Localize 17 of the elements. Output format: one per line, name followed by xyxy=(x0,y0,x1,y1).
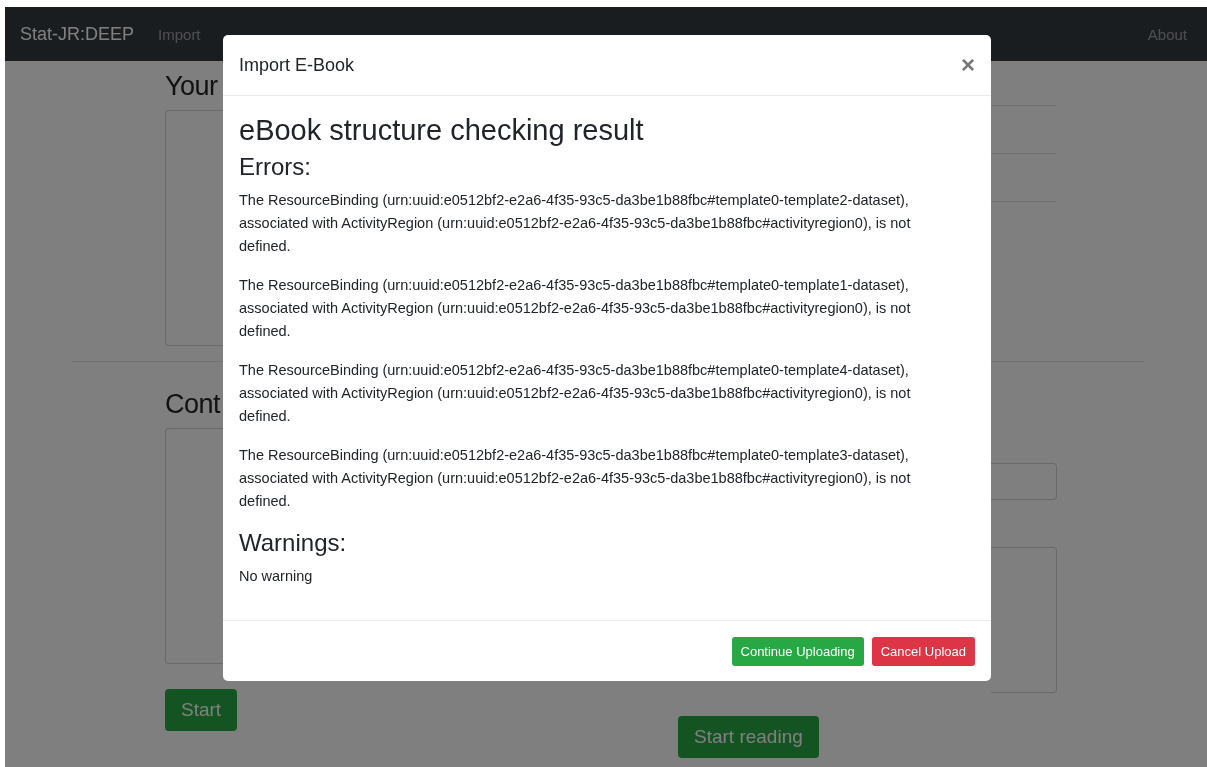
section-heading: Your xyxy=(165,71,218,102)
errors-heading: Errors: xyxy=(239,153,312,181)
error-message: The ResourceBinding (urn:uuid:e0512bf2-e2a6-4f35-93c5-da3be1b88fbc#template0-template3-dataset), associated with ActivityRegion (urn:uuid:e0512bf2-e2a6-4f35-93c5-da3be1b88fbc#activityregion0), is not defined. xyxy=(239,446,912,511)
close-button[interactable]: × xyxy=(961,51,975,79)
warnings-heading: Warnings: xyxy=(239,529,348,557)
result-heading: eBook structure checking result xyxy=(239,114,645,147)
start-reading-button[interactable]: Start reading xyxy=(678,716,819,758)
error-message: The ResourceBinding (urn:uuid:e0512bf2-e2a6-4f35-93c5-da3be1b88fbc#template0-template1-dataset), associated with ActivityRegion (urn:uuid:e0512bf2-e2a6-4f35-93c5-da3be1b88fbc#activityregion0), is not defined. xyxy=(239,276,912,341)
brand-link[interactable]: Stat-JR:DEEP xyxy=(20,23,135,45)
dialog-button[interactable]: Cancel Upload xyxy=(871,637,975,666)
dialog-button[interactable]: Continue Uploading xyxy=(731,637,864,666)
start-button[interactable]: Start xyxy=(165,689,238,731)
section-heading: Cont xyxy=(165,389,221,420)
error-message: The ResourceBinding (urn:uuid:e0512bf2-e2a6-4f35-93c5-da3be1b88fbc#template0-template2-dataset), associated with ActivityRegion (urn:uuid:e0512bf2-e2a6-4f35-93c5-da3be1b88fbc#activityregion0), is not defined. xyxy=(239,191,912,256)
dialog-title: Import E-Book xyxy=(239,54,355,76)
warning-message: No warning xyxy=(239,567,313,586)
error-message: The ResourceBinding (urn:uuid:e0512bf2-e2a6-4f35-93c5-da3be1b88fbc#template0-template4-dataset), associated with ActivityRegion (urn:uuid:e0512bf2-e2a6-4f35-93c5-da3be1b88fbc#activityregion0), is not defined. xyxy=(239,361,912,426)
